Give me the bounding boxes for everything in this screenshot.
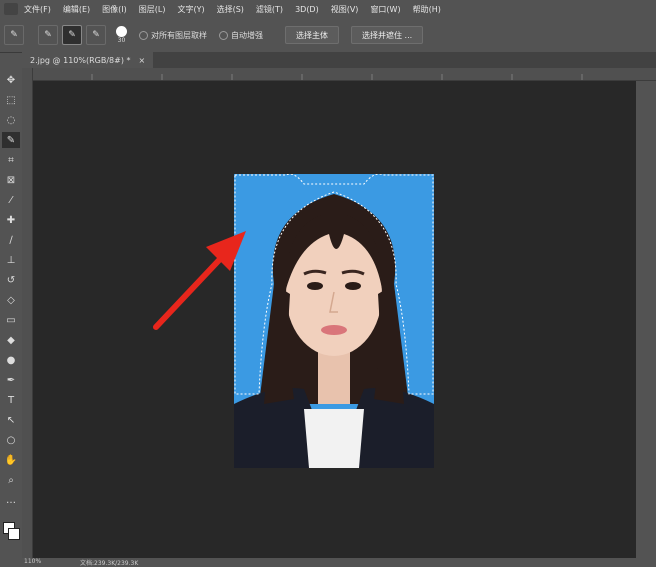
checkbox-icon [139, 30, 148, 40]
auto-enhance-label: 自动增强 [231, 30, 263, 40]
eyedropper-icon[interactable]: ⁄ [2, 192, 20, 208]
menu-filter[interactable]: 滤镜(T) [256, 4, 283, 15]
menu-help[interactable]: 帮助(H) [413, 4, 441, 15]
background-color-swatch[interactable] [8, 528, 20, 540]
sample-all-layers-label: 对所有图层取样 [151, 30, 207, 40]
menu-select[interactable]: 选择(S) [217, 4, 244, 15]
pen-icon[interactable]: ✒ [2, 372, 20, 388]
tools-panel: ✥ ⬚ ◌ ✎ ⌗ ⊠ ⁄ ✚ ∕ ⊥ ↺ ◇ ▭ ◆ ● ✒ T ↖ ○ ✋ … [0, 68, 22, 560]
zoom-level[interactable]: 110% [24, 558, 41, 565]
shape-icon[interactable]: ○ [2, 432, 20, 448]
menu-file[interactable]: 文件(F) [24, 4, 51, 15]
select-and-mask-button[interactable]: 选择并遮住 ... [351, 26, 424, 44]
gradient-icon[interactable]: ▭ [2, 312, 20, 328]
brush-size-value: 30 [117, 37, 126, 44]
eraser-icon[interactable]: ◇ [2, 292, 20, 308]
tool-preset-icon[interactable]: ✎ [4, 25, 24, 45]
selection-outline [234, 174, 434, 395]
subtract-from-selection-icon[interactable]: ✎ [86, 25, 106, 45]
type-icon[interactable]: T [2, 392, 20, 408]
sample-all-layers-checkbox[interactable]: 对所有图层取样 [139, 30, 207, 41]
path-select-icon[interactable]: ↖ [2, 412, 20, 428]
history-brush-icon[interactable]: ↺ [2, 272, 20, 288]
menu-edit[interactable]: 编辑(E) [63, 4, 90, 15]
brush-icon[interactable]: ∕ [2, 232, 20, 248]
menu-window[interactable]: 窗口(W) [370, 4, 400, 15]
document-tab-bar: 2.jpg @ 110%(RGB/8#) * × [22, 52, 656, 68]
stamp-icon[interactable]: ⊥ [2, 252, 20, 268]
photoshop-logo-icon [4, 3, 18, 15]
horizontal-ruler[interactable] [32, 68, 656, 81]
lasso-icon[interactable]: ◌ [2, 112, 20, 128]
menu-view[interactable]: 视图(V) [331, 4, 359, 15]
menu-type[interactable]: 文字(Y) [177, 4, 204, 15]
menu-bar: 文件(F) 编辑(E) 图像(I) 图层(L) 文字(Y) 选择(S) 滤镜(T… [0, 0, 656, 18]
options-bar: ✎ ✎ ✎ ✎ 30 对所有图层取样 自动增强 选择主体 选择并遮住 ... [0, 18, 656, 53]
document-tab-label: 2.jpg @ 110%(RGB/8#) * [30, 55, 131, 65]
healing-icon[interactable]: ✚ [2, 212, 20, 228]
status-bar: 110% 文档:239.3K/239.3K [0, 558, 656, 567]
add-to-selection-icon[interactable]: ✎ [62, 25, 82, 45]
crop-icon[interactable]: ⌗ [2, 152, 20, 168]
hand-icon[interactable]: ✋ [2, 452, 20, 468]
new-selection-icon[interactable]: ✎ [38, 25, 58, 45]
brush-size-picker[interactable]: 30 [116, 26, 127, 44]
dodge-icon[interactable]: ● [2, 352, 20, 368]
blur-icon[interactable]: ◆ [2, 332, 20, 348]
frame-icon[interactable]: ⊠ [2, 172, 20, 188]
vertical-ruler[interactable] [22, 68, 33, 560]
more-tools-icon[interactable]: … [2, 492, 20, 508]
red-arrow-annotation [153, 231, 246, 330]
marquee-icon[interactable]: ⬚ [2, 92, 20, 108]
checkbox-icon [219, 30, 228, 40]
menu-layer[interactable]: 图层(L) [139, 4, 166, 15]
zoom-icon[interactable]: ⌕ [2, 472, 20, 488]
quick-selection-icon[interactable]: ✎ [2, 132, 20, 148]
auto-enhance-checkbox[interactable]: 自动增强 [219, 30, 263, 41]
menu-image[interactable]: 图像(I) [102, 4, 127, 15]
menu-3d[interactable]: 3D(D) [295, 5, 319, 14]
select-subject-button[interactable]: 选择主体 [285, 26, 339, 44]
document-tab[interactable]: 2.jpg @ 110%(RGB/8#) * × [22, 52, 154, 68]
brush-dot-icon [116, 26, 127, 37]
move-icon[interactable]: ✥ [2, 72, 20, 88]
close-icon[interactable]: × [139, 56, 146, 65]
